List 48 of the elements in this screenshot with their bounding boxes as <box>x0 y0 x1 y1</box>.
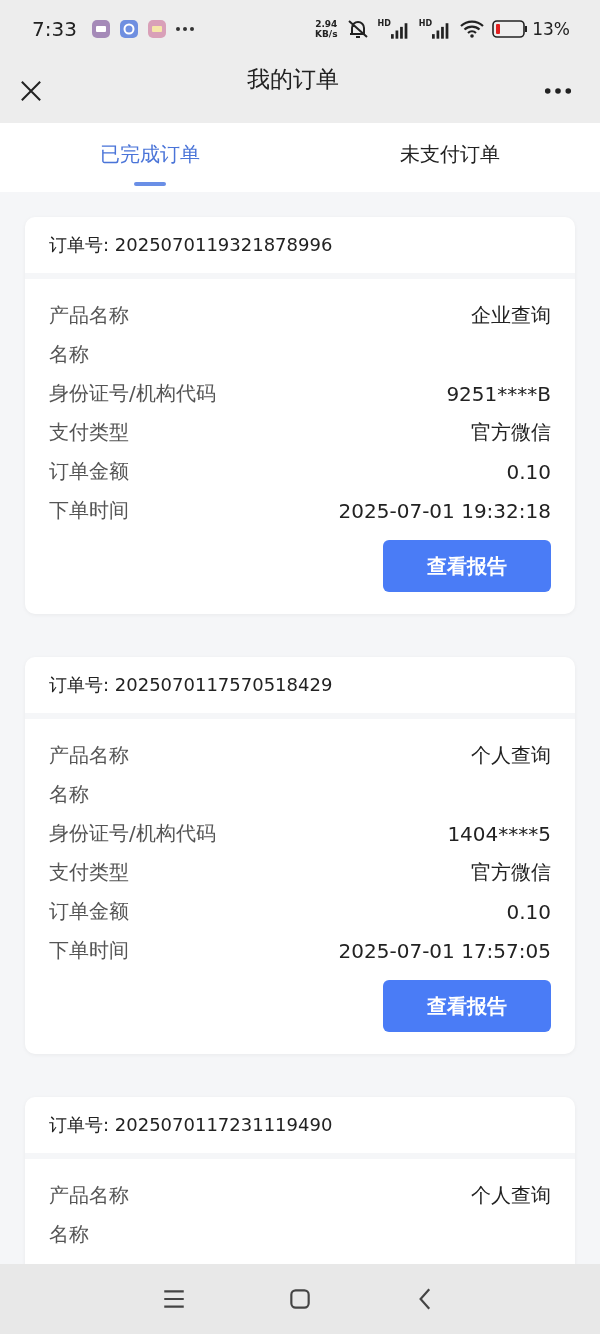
battery-percent: 13% <box>532 19 570 39</box>
page-title: 我的订单 <box>247 65 339 94</box>
field-value: 2025-07-01 19:32:18 <box>338 498 551 523</box>
field-label: 下单时间 <box>49 497 129 524</box>
field-label: 订单金额 <box>49 458 129 485</box>
field-label: 下单时间 <box>49 937 129 964</box>
speed-unit: KB/s <box>315 29 338 39</box>
view-report-button[interactable]: 查看报告 <box>383 980 551 1032</box>
tab[interactable]: 已完成订单 <box>100 141 200 168</box>
field-label: 产品名称 <box>49 742 129 769</box>
field-label: 产品名称 <box>49 1182 129 1209</box>
more-icon <box>174 26 195 32</box>
hd-label: HD <box>418 19 433 28</box>
close-icon[interactable] <box>20 79 42 102</box>
view-report-button[interactable]: 查看报告 <box>383 540 551 592</box>
field-value: 官方微信 <box>471 419 551 446</box>
speed-value: 2.94 <box>315 19 338 29</box>
field-label: 名称 <box>49 1221 89 1248</box>
app-icon <box>90 19 111 39</box>
order-number: 订单号: 2025070117570518429 <box>49 673 333 697</box>
field-value: 2025-07-01 17:57:05 <box>338 938 551 963</box>
field-label: 名称 <box>49 781 89 808</box>
field-label: 订单金额 <box>49 898 129 925</box>
field-value: 0.10 <box>506 459 551 484</box>
field-value: 个人查询 <box>471 1182 551 1209</box>
field-value: 1404****5 <box>447 821 551 846</box>
field-label: 产品名称 <box>49 302 129 329</box>
field-label: 名称 <box>49 341 89 368</box>
field-label: 支付类型 <box>49 859 129 886</box>
wifi-icon <box>460 20 485 38</box>
more-icon[interactable] <box>544 86 572 95</box>
field-value: 0.10 <box>506 899 551 924</box>
field-value: 官方微信 <box>471 859 551 886</box>
status-time: 7:33 <box>32 17 77 41</box>
field-label: 身份证号/机构代码 <box>49 820 216 847</box>
order-number: 订单号: 2025070117231119490 <box>49 1113 333 1137</box>
app-icon <box>118 19 139 39</box>
field-label: 身份证号/机构代码 <box>49 380 216 407</box>
field-label: 支付类型 <box>49 419 129 446</box>
home-icon[interactable] <box>287 1286 313 1312</box>
field-value: 个人查询 <box>471 742 551 769</box>
app-icon <box>146 19 167 39</box>
battery-icon <box>492 20 529 38</box>
hd-label: HD <box>377 19 391 28</box>
order-number: 订单号: 2025070119321878996 <box>49 233 333 257</box>
field-value: 企业查询 <box>471 302 551 329</box>
field-value: 9251****B <box>446 381 551 406</box>
tab[interactable]: 未支付订单 <box>400 141 500 168</box>
